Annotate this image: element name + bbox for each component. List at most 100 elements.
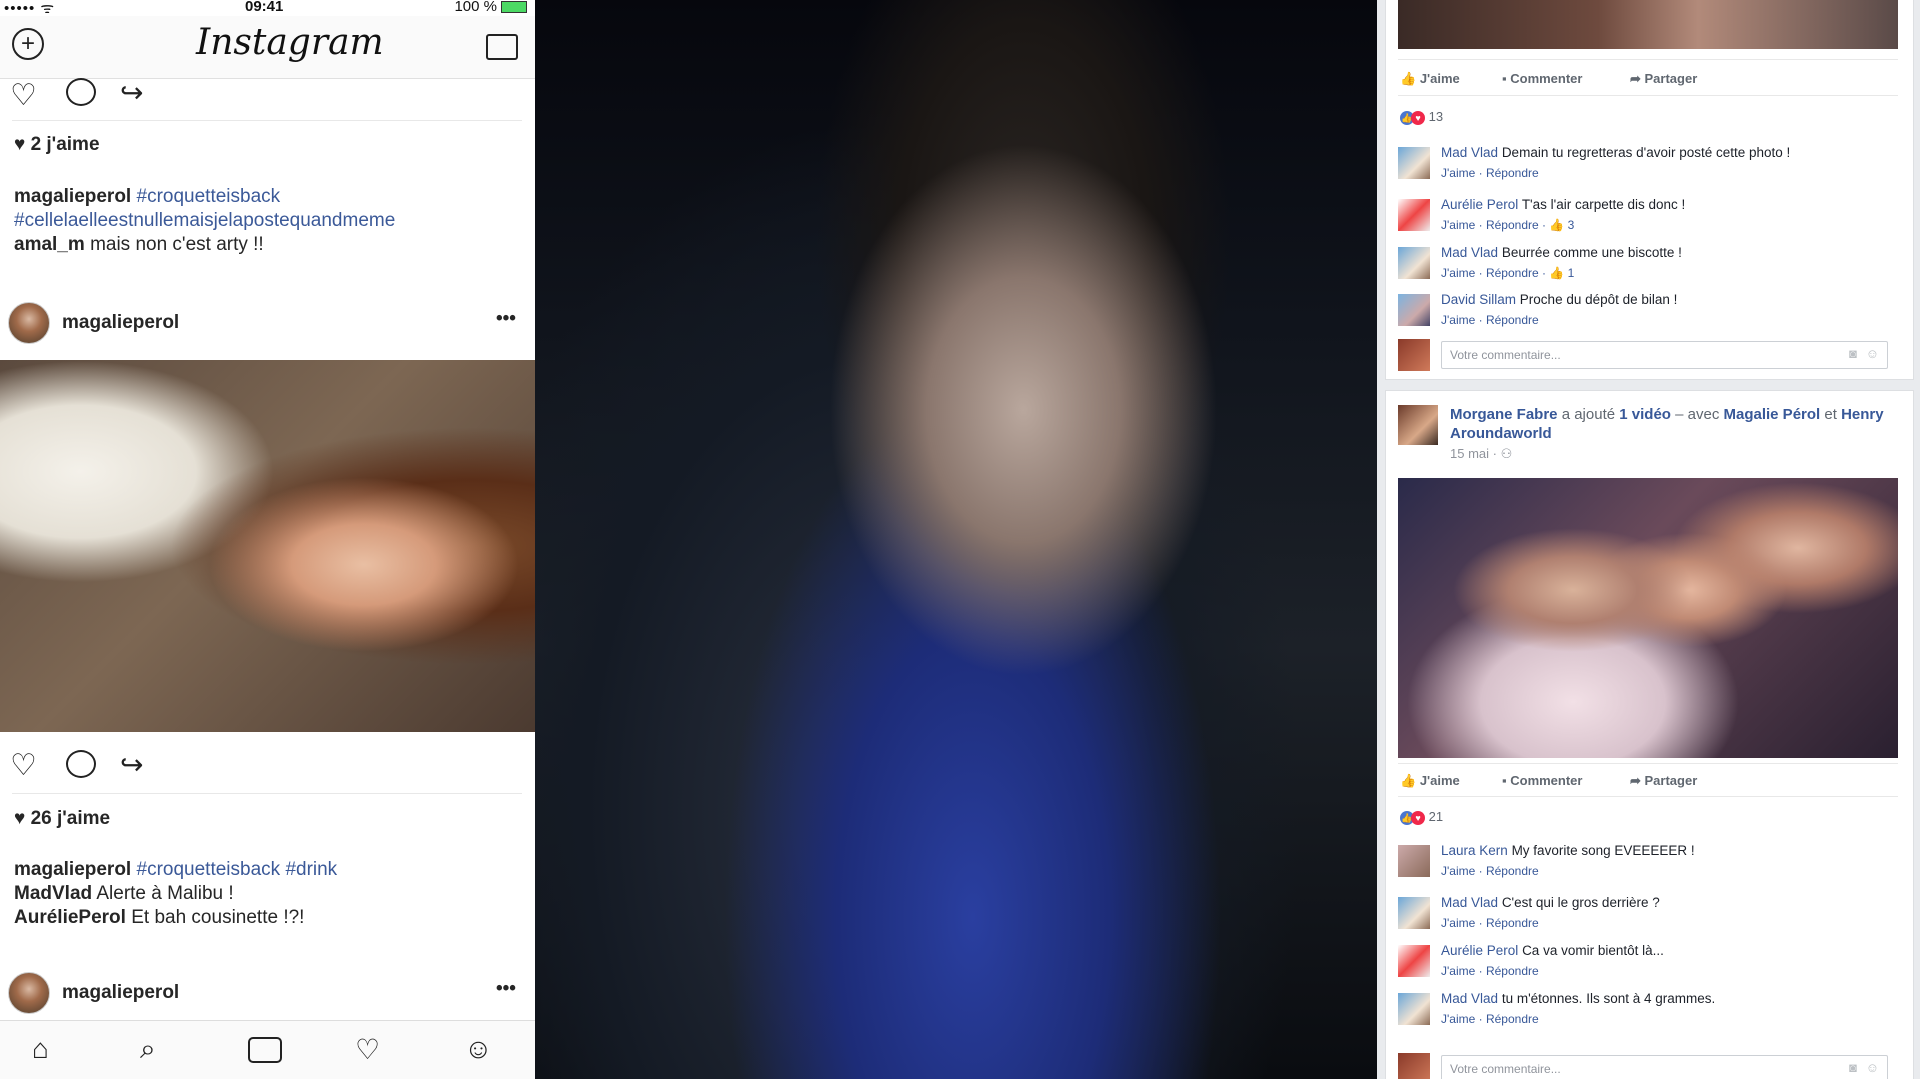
comment-button[interactable]: ▪ Commenter: [1502, 773, 1582, 788]
post-date-text: 15 mai: [1450, 446, 1490, 461]
comment: Mad Vlad tu m'étonnes. Ils sont à 4 gram…: [1398, 991, 1898, 1035]
divider: [1398, 763, 1898, 764]
commenter-avatar[interactable]: [1398, 897, 1430, 929]
post-caption: magalieperol #croquetteisback #drink Mad…: [14, 858, 524, 930]
comment-input[interactable]: Votre commentaire... ◙ ☺: [1441, 341, 1888, 369]
battery-icon: [501, 1, 527, 14]
commenter-name[interactable]: Mad Vlad: [1441, 245, 1498, 260]
reaction-count: 21: [1428, 809, 1444, 824]
comment-actions[interactable]: J'aime · Répondre: [1441, 218, 1539, 232]
commenter-avatar[interactable]: [1398, 294, 1430, 326]
comment-actions[interactable]: J'aime · Répondre: [1441, 864, 1539, 878]
caption-username[interactable]: magalieperol: [14, 859, 131, 880]
author-avatar[interactable]: [1398, 405, 1438, 445]
camera-small-icon[interactable]: ◙: [1849, 1060, 1857, 1075]
profile-icon[interactable]: ☺: [464, 1033, 493, 1065]
commenter-name[interactable]: Aurélie Perol: [1441, 943, 1518, 958]
commenter-avatar[interactable]: [1398, 845, 1430, 877]
post-date[interactable]: 15 mai · ⚇: [1450, 446, 1512, 462]
comment: Mad Vlad Beurrée comme une biscotte ! J'…: [1398, 245, 1898, 289]
comment-actions[interactable]: J'aime · Répondre: [1441, 1012, 1539, 1026]
author-name[interactable]: Morgane Fabre: [1450, 406, 1558, 423]
share-button[interactable]: ➦ Partager: [1630, 773, 1697, 789]
commenter-name[interactable]: Mad Vlad: [1441, 895, 1498, 910]
activity-icon[interactable]: ♡: [355, 1033, 380, 1066]
post-photo[interactable]: [0, 360, 535, 732]
divider: [12, 120, 522, 121]
post-username[interactable]: magalieperol: [62, 982, 179, 1004]
comment-actions[interactable]: J'aime · Répondre: [1441, 964, 1539, 978]
comment-input-placeholder: Votre commentaire...: [1450, 1062, 1561, 1076]
comment-input[interactable]: Votre commentaire... ◙ ☺: [1441, 1055, 1888, 1079]
emoji-icon[interactable]: ☺: [1866, 346, 1879, 361]
tagged-user[interactable]: Magalie Pérol: [1724, 406, 1821, 423]
like-button[interactable]: 👍 J'aime: [1400, 773, 1460, 789]
home-icon[interactable]: ⌂: [32, 1033, 49, 1065]
commenter-avatar[interactable]: [1398, 945, 1430, 977]
comment-like-count: · 👍 1: [1542, 266, 1575, 280]
comment-actions[interactable]: J'aime · Répondre: [1441, 266, 1539, 280]
comment-username[interactable]: amal_m: [14, 234, 85, 255]
share-icon[interactable]: ↪: [120, 748, 143, 781]
bottom-tab-bar: ⌂ ⌕ ♡ ☺: [0, 1020, 535, 1079]
commenter-name[interactable]: Mad Vlad: [1441, 991, 1498, 1006]
commenter-name[interactable]: Laura Kern: [1441, 843, 1508, 858]
avatar[interactable]: [8, 972, 50, 1014]
divider: [12, 793, 522, 794]
hashtag[interactable]: #croquetteisback: [137, 186, 281, 207]
comment-icon[interactable]: [66, 750, 96, 778]
comment-button[interactable]: ▪ Commenter: [1502, 71, 1582, 86]
likes-count: ♥ 2 j'aime: [14, 134, 100, 155]
post-object[interactable]: 1 vidéo: [1619, 406, 1671, 423]
comment-actions[interactable]: J'aime · Répondre: [1441, 916, 1539, 930]
commenter-avatar[interactable]: [1398, 247, 1430, 279]
commenter-name[interactable]: Aurélie Perol: [1441, 197, 1518, 212]
comment-actions[interactable]: J'aime · Répondre: [1441, 313, 1539, 327]
share-button[interactable]: ➦ Partager: [1630, 71, 1697, 87]
comment-text: My favorite song EVEEEEER !: [1511, 843, 1695, 858]
emoji-icon[interactable]: ☺: [1866, 1060, 1879, 1075]
post-caption: magalieperol #croquetteisback #cellelael…: [14, 185, 524, 257]
like-button[interactable]: 👍 J'aime: [1400, 71, 1460, 87]
post-action: a ajouté: [1561, 406, 1616, 423]
divider: [1398, 59, 1898, 60]
more-options-icon[interactable]: •••: [496, 308, 516, 330]
comment-icon[interactable]: [66, 78, 96, 106]
instagram-panel: ••••• ᯤ 09:41 100 % + Instagram ♡ ↪ ♥ 2 …: [0, 0, 535, 1079]
post-video[interactable]: [1398, 478, 1898, 758]
comment-username[interactable]: MadVlad: [14, 883, 92, 904]
comment-text: Beurrée comme une biscotte !: [1501, 245, 1682, 260]
reactions-summary[interactable]: 👍 ♥ 13: [1400, 109, 1443, 125]
hashtag[interactable]: #drink: [285, 859, 337, 880]
inbox-icon[interactable]: [486, 34, 518, 60]
comment-label: Commenter: [1510, 773, 1583, 788]
commenter-avatar[interactable]: [1398, 199, 1430, 231]
share-icon[interactable]: ↪: [120, 76, 143, 109]
commenter-avatar[interactable]: [1398, 147, 1430, 179]
comment-actions[interactable]: J'aime · Répondre: [1441, 166, 1539, 180]
commenter-name[interactable]: Mad Vlad: [1441, 145, 1498, 160]
comment-username[interactable]: AuréliePerol: [14, 907, 126, 928]
avatar[interactable]: [8, 302, 50, 344]
add-icon[interactable]: +: [12, 28, 44, 60]
hashtag[interactable]: #cellelaelleestnullemaisjelapostequandme…: [14, 210, 395, 231]
hashtag[interactable]: #croquetteisback: [137, 859, 281, 880]
post-photo[interactable]: [1398, 0, 1898, 49]
heart-icon[interactable]: ♡: [10, 748, 37, 783]
reactions-summary[interactable]: 👍 ♥ 21: [1400, 809, 1443, 825]
camera-small-icon[interactable]: ◙: [1849, 346, 1857, 361]
and-text: et: [1824, 406, 1837, 423]
heart-icon[interactable]: ♡: [10, 78, 37, 113]
post-header: Morgane Fabre a ajouté 1 vidéo – avec Ma…: [1450, 405, 1900, 443]
post-username[interactable]: magalieperol: [62, 312, 179, 334]
comment: Laura Kern My favorite song EVEEEEER ! J…: [1398, 843, 1898, 887]
comment-text: Proche du dépôt de bilan !: [1519, 292, 1678, 307]
share-label: Partager: [1644, 773, 1698, 788]
commenter-name[interactable]: David Sillam: [1441, 292, 1516, 307]
comment: David Sillam Proche du dépôt de bilan ! …: [1398, 292, 1898, 336]
search-icon[interactable]: ⌕: [140, 1033, 156, 1066]
commenter-avatar[interactable]: [1398, 993, 1430, 1025]
camera-icon[interactable]: [248, 1037, 282, 1063]
more-options-icon[interactable]: •••: [496, 978, 516, 1000]
caption-username[interactable]: magalieperol: [14, 186, 131, 207]
